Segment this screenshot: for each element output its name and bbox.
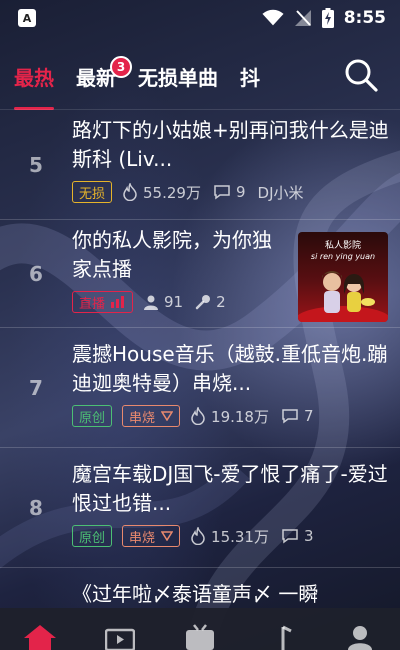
comment-count: 9 (235, 183, 246, 201)
battery-charging-icon (321, 8, 334, 28)
live-room-thumbnail[interactable]: 私人影院 si ren ying yuan (298, 232, 388, 322)
status-bar: A 8:55 (0, 0, 400, 36)
comment-count: 3 (303, 527, 314, 545)
tab-douyin[interactable]: 抖 (240, 50, 260, 110)
rank-number: 7 (29, 375, 43, 400)
dropdown-triangle-icon (161, 411, 174, 421)
play-count: 15.31万 (211, 527, 269, 546)
list-item[interactable]: 7 震撼House音乐（越鼓.重低音炮.蹦迪迦奥特曼）串烧... 原创 串烧 1… (0, 328, 400, 448)
rank-number: 5 (29, 152, 43, 177)
comment-icon (214, 185, 230, 200)
new-count-badge: 3 (110, 56, 132, 78)
rank-number (0, 568, 72, 612)
author-name: DJ小米 (257, 183, 304, 202)
lossless-tag: 无损 (72, 181, 113, 203)
dropdown-triangle-icon (161, 531, 174, 541)
listener-icon (144, 295, 159, 310)
list-item[interactable]: 8 魔宫车载DJ国飞-爱了恨了痛了-爱过恨过也错... 原创 串烧 15.31万 (0, 448, 400, 568)
tab-label: 最热 (14, 66, 54, 90)
nav-music[interactable] (260, 624, 300, 650)
tab-label: 无损单曲 (138, 66, 218, 90)
track-title: 你的私人影院，为你独家点播 (72, 228, 272, 281)
home-icon (24, 625, 56, 650)
nav-profile[interactable] (340, 624, 380, 650)
live-tag: 直播 (72, 291, 134, 313)
flame-icon (191, 407, 205, 425)
list-item[interactable]: 5 路灯下的小姑娘+别再问我什么是迪斯科 (Liv... 无损 55.29万 9 (0, 110, 400, 220)
list-item[interactable]: 6 你的私人影院，为你独家点播 直播 91 2 私人影院 si ren ying… (0, 220, 400, 328)
video-icon (105, 628, 135, 650)
app-notification-icon: A (18, 9, 36, 27)
play-count: 19.18万 (211, 407, 269, 426)
nav-home[interactable] (20, 624, 60, 650)
rank-number: 8 (29, 495, 43, 520)
tab-hottest[interactable]: 最热 (14, 50, 54, 110)
comment-icon (282, 409, 298, 424)
nav-tv[interactable] (180, 624, 220, 650)
list-item[interactable]: 《过年啦〆泰语童声〆 一瞬 (0, 568, 400, 612)
flame-icon (191, 527, 205, 545)
tab-lossless-singles[interactable]: 无损单曲 (138, 50, 218, 110)
profile-icon (348, 626, 372, 650)
original-tag: 原创 (72, 405, 113, 427)
flame-icon (123, 183, 137, 201)
host-count: 2 (216, 293, 226, 311)
music-icon (281, 625, 292, 650)
track-list: 5 路灯下的小姑娘+别再问我什么是迪斯科 (Liv... 无损 55.29万 9 (0, 110, 400, 612)
thumbnail-image (298, 271, 388, 322)
tab-newest[interactable]: 最新 3 (76, 50, 132, 110)
medley-tag[interactable]: 串烧 (122, 525, 181, 547)
bottom-navigation (0, 608, 400, 650)
comment-count: 7 (303, 407, 314, 425)
track-title: 《过年啦〆泰语童声〆 一瞬 (72, 582, 319, 606)
status-time: 8:55 (343, 8, 386, 28)
track-title: 震撼House音乐（越鼓.重低音炮.蹦迪迦奥特曼）串烧... (72, 342, 388, 395)
listener-count: 91 (164, 293, 184, 311)
microphone-icon (195, 295, 211, 310)
wifi-icon (262, 9, 284, 26)
play-count: 55.29万 (143, 183, 201, 202)
track-title: 路灯下的小姑娘+别再问我什么是迪斯科 (Liv... (72, 118, 389, 171)
rank-number: 6 (29, 261, 43, 286)
medley-tag-label: 串烧 (129, 530, 156, 546)
medley-tag-label: 串烧 (129, 410, 156, 426)
track-title: 魔宫车载DJ国飞-爱了恨了痛了-爱过恨过也错... (72, 462, 388, 515)
tab-label: 抖 (240, 66, 260, 90)
live-bars-icon (111, 296, 125, 308)
medley-tag[interactable]: 串烧 (122, 405, 181, 427)
no-signal-icon (294, 10, 311, 26)
original-tag: 原创 (72, 525, 113, 547)
nav-video[interactable] (100, 624, 140, 650)
tv-icon (186, 624, 214, 650)
category-tabs: 最热 最新 3 无损单曲 抖 (0, 50, 400, 110)
search-button[interactable] (344, 58, 378, 92)
search-icon (345, 59, 378, 92)
comment-icon (282, 529, 298, 544)
live-tag-label: 直播 (79, 296, 106, 312)
